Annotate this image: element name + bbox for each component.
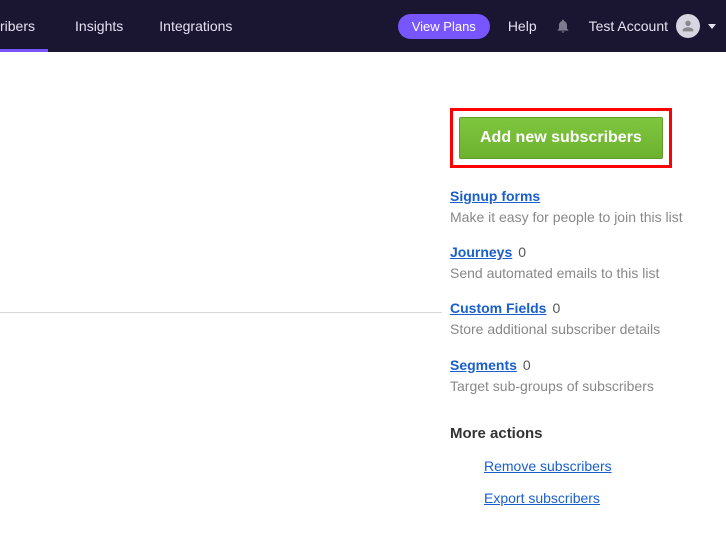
export-subscribers-link[interactable]: Export subscribers	[484, 490, 702, 506]
segments-link[interactable]: Segments	[450, 357, 517, 373]
custom-fields-desc: Store additional subscriber details	[450, 320, 702, 338]
help-link[interactable]: Help	[508, 18, 537, 34]
custom-fields-link[interactable]: Custom Fields	[450, 300, 546, 316]
main-left	[0, 52, 442, 542]
segments-count: 0	[523, 357, 531, 373]
signup-forms-desc: Make it easy for people to join this lis…	[450, 208, 702, 226]
signup-forms-section: Signup forms Make it easy for people to …	[450, 188, 702, 226]
more-actions-heading: More actions	[450, 425, 702, 442]
tab-subscribers[interactable]: ribers	[0, 0, 57, 52]
main-right-panel: Add new subscribers Signup forms Make it…	[442, 52, 726, 542]
segments-section: Segments 0 Target sub-groups of subscribe…	[450, 357, 702, 395]
account-name: Test Account	[589, 18, 668, 34]
add-subscribers-highlight: Add new subscribers	[450, 108, 672, 168]
journeys-section: Journeys 0 Send automated emails to this …	[450, 244, 702, 282]
divider	[0, 312, 442, 313]
remove-subscribers-link[interactable]: Remove subscribers	[484, 458, 702, 474]
tab-label: ribers	[0, 18, 35, 34]
journeys-desc: Send automated emails to this list	[450, 264, 702, 282]
signup-forms-link[interactable]: Signup forms	[450, 188, 540, 204]
add-subscribers-button[interactable]: Add new subscribers	[459, 117, 663, 159]
tab-label: Integrations	[159, 18, 232, 34]
nav-right: View Plans Help Test Account	[398, 14, 726, 39]
journeys-link[interactable]: Journeys	[450, 244, 512, 260]
tab-insights[interactable]: Insights	[57, 0, 141, 52]
custom-fields-section: Custom Fields 0 Store additional subscrib…	[450, 300, 702, 338]
main-area: Add new subscribers Signup forms Make it…	[0, 52, 726, 542]
chevron-down-icon	[708, 24, 716, 29]
account-menu[interactable]: Test Account	[589, 14, 716, 38]
top-nav: ribers Insights Integrations View Plans …	[0, 0, 726, 52]
active-tab-indicator	[0, 49, 48, 52]
avatar	[676, 14, 700, 38]
custom-fields-count: 0	[552, 300, 560, 316]
bell-icon[interactable]	[555, 18, 571, 34]
journeys-count: 0	[518, 244, 526, 260]
tab-label: Insights	[75, 18, 123, 34]
nav-left: ribers Insights Integrations	[0, 0, 250, 52]
view-plans-button[interactable]: View Plans	[398, 14, 490, 39]
segments-desc: Target sub-groups of subscribers	[450, 377, 702, 395]
tab-integrations[interactable]: Integrations	[141, 0, 250, 52]
